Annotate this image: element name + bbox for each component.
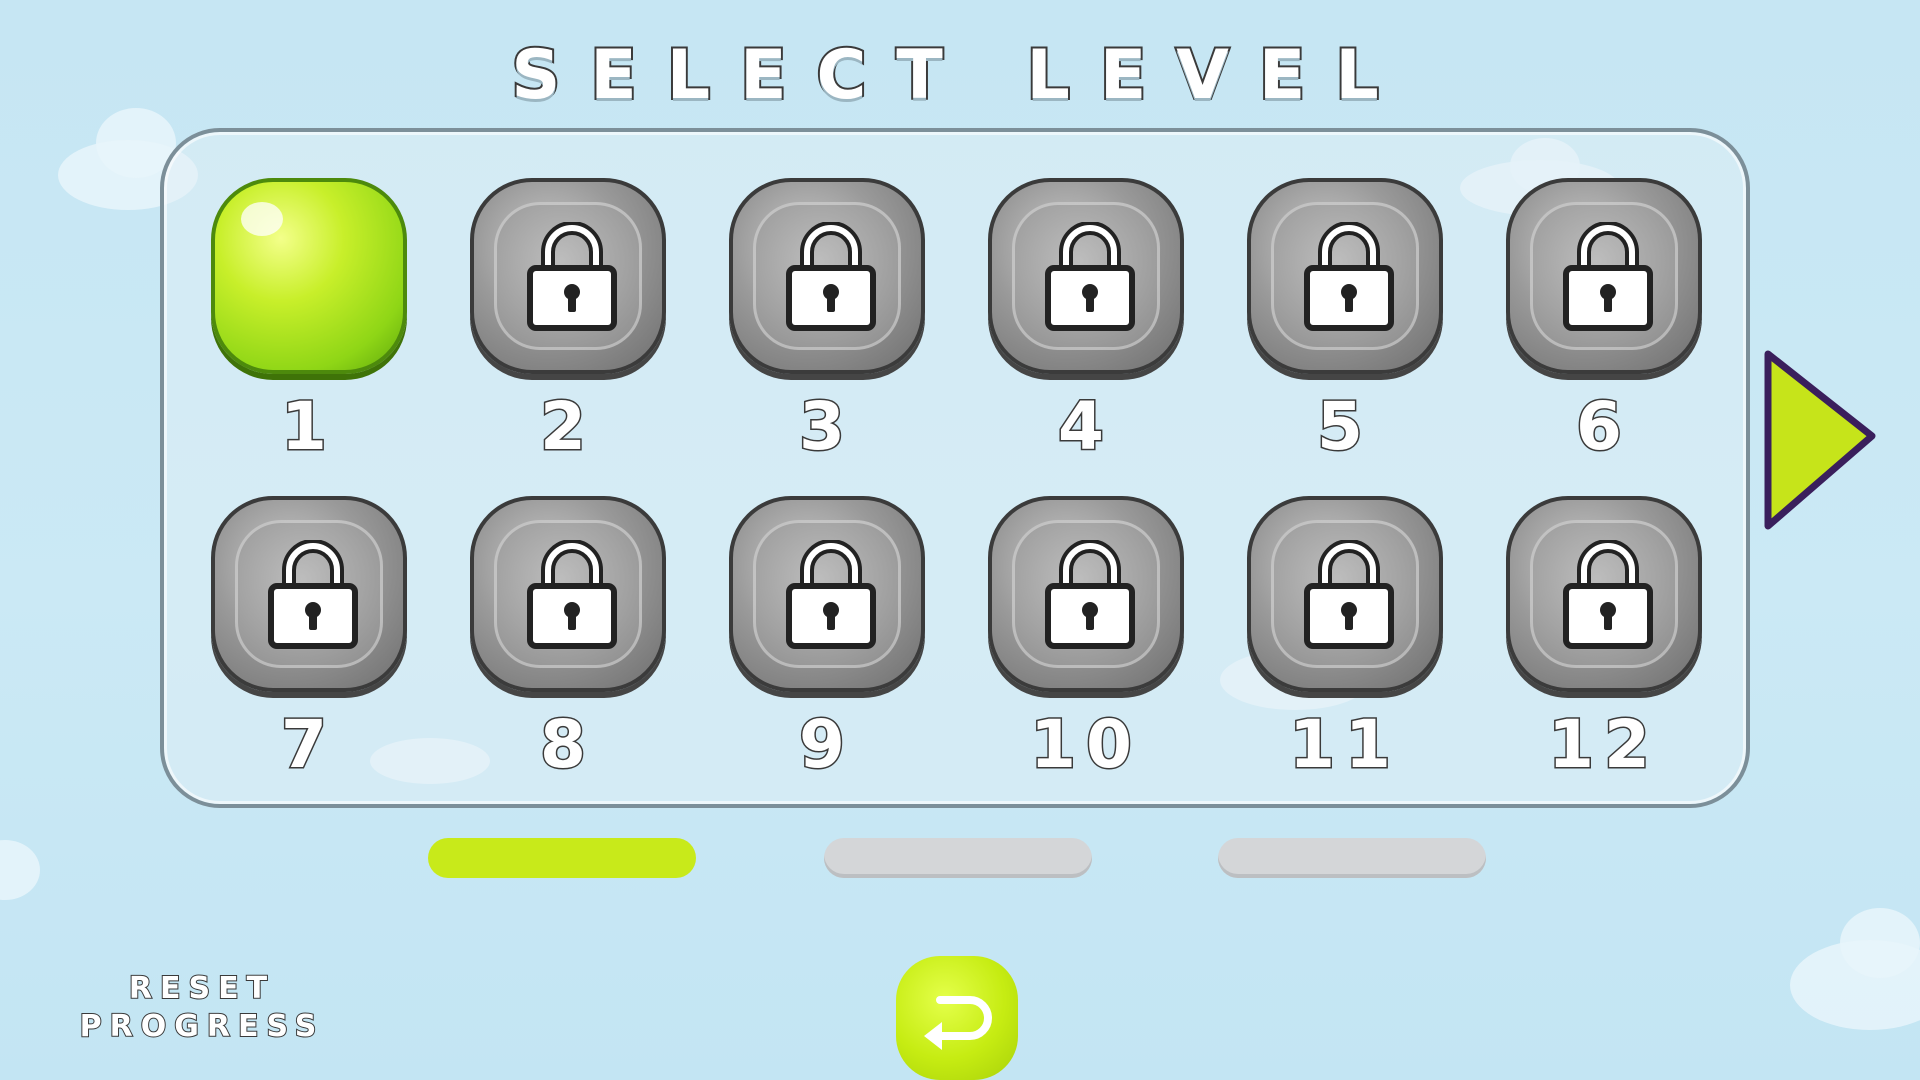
level-number-label: 12: [1547, 705, 1660, 785]
level-6-item: 6: [1506, 178, 1702, 468]
reset-label-line2: PROGRESS: [79, 1008, 325, 1045]
level-2-button[interactable]: [470, 178, 666, 374]
level-number-label: 5: [1316, 387, 1373, 467]
level-number-label: 6: [1575, 387, 1632, 467]
level-number-label: 10: [1029, 705, 1142, 785]
level-number-label: 4: [1057, 387, 1114, 467]
page-indicator-3[interactable]: [1218, 838, 1486, 878]
level-3-item: 3: [729, 178, 925, 468]
lock-icon: [1045, 540, 1135, 649]
next-page-button[interactable]: [1760, 346, 1880, 536]
level-4-button[interactable]: [988, 178, 1184, 374]
lock-icon: [1563, 540, 1653, 649]
lock-icon: [527, 222, 617, 331]
level-1-item: 1: [211, 178, 407, 468]
level-3-button[interactable]: [729, 178, 925, 374]
tile-shine: [241, 202, 283, 236]
level-10-button[interactable]: [988, 496, 1184, 692]
level-number-label: 2: [539, 387, 596, 467]
page-title: SELECT LEVEL: [509, 34, 1409, 117]
lock-icon: [1304, 540, 1394, 649]
level-number-label: 8: [539, 705, 596, 785]
lock-icon: [786, 540, 876, 649]
play-arrow-icon: [1764, 350, 1876, 530]
reset-label-line1: RESET: [128, 970, 276, 1007]
level-11-item: 11: [1247, 496, 1443, 786]
level-number-label: 3: [798, 387, 855, 467]
lock-icon: [1045, 222, 1135, 331]
level-7-item: 7: [211, 496, 407, 786]
level-9-button[interactable]: [729, 496, 925, 692]
page-indicator-1[interactable]: [428, 838, 696, 878]
page-indicator-2[interactable]: [824, 838, 1092, 878]
lock-icon: [527, 540, 617, 649]
level-number-label: 1: [280, 387, 337, 467]
lock-icon: [786, 222, 876, 331]
level-9-item: 9: [729, 496, 925, 786]
level-4-item: 4: [988, 178, 1184, 468]
lock-icon: [268, 540, 358, 649]
level-number-label: 7: [280, 705, 337, 785]
level-number-label: 9: [798, 705, 855, 785]
level-number-label: 11: [1288, 705, 1401, 785]
level-12-item: 12: [1506, 496, 1702, 786]
cloud-bottom-right-puff: [1840, 908, 1920, 978]
level-11-button[interactable]: [1247, 496, 1443, 692]
return-arrow-icon: [924, 996, 992, 1050]
level-5-button[interactable]: [1247, 178, 1443, 374]
level-5-item: 5: [1247, 178, 1443, 468]
level-2-item: 2: [470, 178, 666, 468]
level-1-button[interactable]: [211, 178, 407, 374]
level-7-button[interactable]: [211, 496, 407, 692]
level-12-button[interactable]: [1506, 496, 1702, 692]
level-8-item: 8: [470, 496, 666, 786]
level-8-button[interactable]: [470, 496, 666, 692]
level-6-button[interactable]: [1506, 178, 1702, 374]
level-10-item: 10: [988, 496, 1184, 786]
lock-icon: [1304, 222, 1394, 331]
lock-icon: [1563, 222, 1653, 331]
back-button[interactable]: [896, 956, 1018, 1080]
reset-progress-button[interactable]: RESET PROGRESS: [62, 970, 342, 1046]
